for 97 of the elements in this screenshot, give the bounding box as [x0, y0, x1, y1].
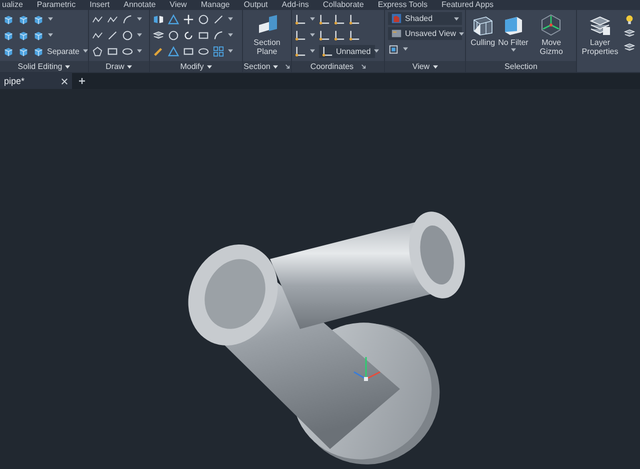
caret-icon — [374, 49, 379, 53]
viewport-icon[interactable] — [388, 44, 399, 54]
line-icon[interactable] — [107, 30, 118, 40]
axis-icon[interactable] — [334, 30, 345, 40]
ribbon-tab[interactable]: Parametric — [36, 0, 76, 10]
shaded-style-icon — [391, 13, 402, 24]
layer-icon[interactable] — [624, 28, 635, 39]
polyline-icon[interactable] — [92, 14, 103, 24]
caret-icon[interactable] — [206, 64, 212, 68]
launcher-icon[interactable] — [360, 64, 366, 69]
ribbon-tab[interactable]: Express Tools — [378, 0, 428, 10]
ucs-icon — [354, 357, 380, 381]
caret-icon[interactable] — [137, 49, 142, 53]
axis-icon[interactable] — [295, 46, 306, 56]
ribbon-tab[interactable]: View — [170, 0, 187, 10]
document-tab[interactable]: pipe* — [0, 73, 72, 89]
array-icon[interactable] — [213, 46, 224, 56]
rotate-icon[interactable] — [183, 30, 194, 40]
circle-icon[interactable] — [168, 30, 179, 40]
caret-icon — [454, 16, 459, 20]
caret-icon[interactable] — [273, 64, 278, 68]
separate-button[interactable]: Separate — [33, 46, 80, 56]
ribbon-tab[interactable]: ualize — [2, 0, 23, 10]
rect-icon[interactable] — [198, 30, 209, 40]
layer-icon[interactable] — [624, 42, 635, 53]
cube-icon[interactable] — [33, 14, 44, 24]
section-plane-button[interactable]: Section Plane — [247, 12, 287, 57]
layer-properties-button[interactable]: Layer Properties — [580, 12, 620, 72]
triangle-icon[interactable] — [168, 46, 179, 56]
gizmo-button[interactable]: Move Gizmo — [531, 12, 572, 57]
cube-icon[interactable] — [33, 30, 44, 40]
arc-icon[interactable] — [213, 30, 224, 40]
caret-icon[interactable] — [228, 33, 233, 37]
arc-icon[interactable] — [122, 14, 133, 24]
new-tab-icon[interactable] — [78, 77, 86, 85]
caret-icon[interactable] — [48, 33, 53, 37]
caret-icon[interactable] — [137, 33, 142, 37]
cube-icon[interactable] — [18, 46, 29, 56]
mirror-icon[interactable] — [153, 14, 164, 24]
cube-icon — [33, 46, 44, 56]
pipe-model-drawing[interactable] — [188, 212, 465, 464]
rect-icon[interactable] — [107, 46, 118, 56]
axis-icon[interactable] — [349, 30, 360, 40]
close-icon[interactable] — [61, 78, 68, 84]
axis-icon[interactable] — [334, 14, 345, 24]
ribbon-tab[interactable]: Add-ins — [282, 0, 309, 10]
line-icon[interactable] — [213, 14, 224, 24]
cube-icon[interactable] — [18, 14, 29, 24]
caret-icon[interactable] — [403, 47, 408, 51]
circle-icon[interactable] — [122, 30, 133, 40]
ribbon-tab[interactable]: Collaborate — [322, 0, 364, 10]
cube-icon[interactable] — [3, 30, 14, 40]
panel-title[interactable]: View — [412, 62, 430, 71]
filter-button[interactable]: No Filter — [498, 12, 528, 53]
polygon-icon[interactable] — [92, 46, 103, 56]
axis-icon[interactable] — [295, 30, 306, 40]
axis-icon[interactable] — [319, 30, 330, 40]
caret-icon[interactable] — [432, 64, 438, 68]
cube-icon[interactable] — [3, 14, 14, 24]
bulb-icon[interactable] — [624, 14, 635, 25]
caret-icon[interactable] — [310, 33, 315, 37]
polyline-icon[interactable] — [92, 30, 103, 40]
ribbon-tab[interactable]: Featured Apps — [441, 0, 494, 10]
ellipse-icon[interactable] — [122, 46, 133, 56]
layer-icon[interactable] — [153, 30, 164, 40]
axis-icon — [322, 46, 333, 56]
launcher-icon[interactable] — [285, 64, 290, 69]
caret-icon[interactable] — [65, 64, 70, 68]
caret-icon — [459, 32, 464, 36]
polyline-icon[interactable] — [107, 14, 118, 24]
caret-icon[interactable] — [310, 49, 315, 53]
visual-style-dropdown[interactable]: Shaded — [388, 12, 462, 25]
ribbon-tab[interactable]: Output — [244, 0, 268, 10]
move-icon[interactable] — [183, 14, 194, 24]
caret-icon[interactable] — [137, 17, 142, 21]
caret-icon — [510, 48, 516, 52]
caret-icon[interactable] — [127, 64, 132, 68]
ribbon-tab[interactable]: Annotate — [124, 0, 156, 10]
axis-icon[interactable] — [349, 14, 360, 24]
axis-icon[interactable] — [295, 14, 306, 24]
rect-icon[interactable] — [183, 46, 194, 56]
ribbon-tab[interactable]: Manage — [200, 0, 230, 10]
ribbon-tab[interactable]: Insert — [90, 0, 110, 10]
gizmo-icon — [539, 13, 564, 37]
circle-icon[interactable] — [198, 14, 209, 24]
named-view-dropdown[interactable]: Unsaved View — [388, 27, 462, 40]
triangle-icon[interactable] — [168, 14, 179, 24]
axis-icon[interactable] — [319, 14, 330, 24]
culling-button[interactable]: Culling — [470, 12, 496, 48]
cube-icon[interactable] — [18, 30, 29, 40]
cube-icon[interactable] — [3, 46, 14, 56]
caret-icon[interactable] — [310, 17, 315, 21]
caret-icon[interactable] — [228, 17, 233, 21]
caret-icon[interactable] — [228, 49, 233, 53]
caret-icon[interactable] — [83, 49, 88, 53]
caret-icon[interactable] — [48, 17, 53, 21]
ellipse-icon[interactable] — [198, 46, 209, 56]
